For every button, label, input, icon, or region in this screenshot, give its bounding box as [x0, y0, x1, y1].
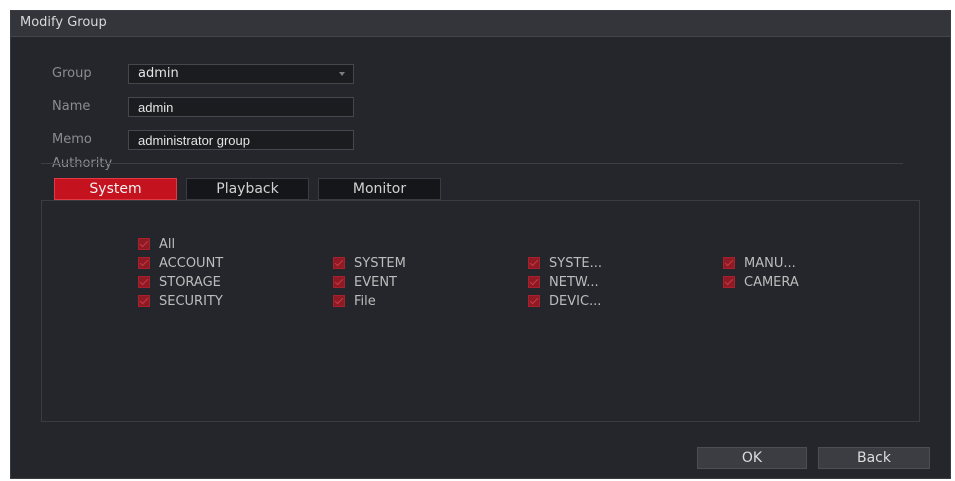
checkbox-camera[interactable] — [723, 276, 735, 288]
authority-divider — [41, 163, 903, 164]
permission-label: NETW... — [549, 275, 599, 290]
checkbox-file[interactable] — [333, 295, 345, 307]
name-label: Name — [52, 99, 91, 114]
group-select[interactable]: admin — [128, 64, 354, 84]
chevron-down-icon — [339, 72, 345, 76]
permission-label: DEVIC... — [549, 294, 602, 309]
tab-playback[interactable]: Playback — [186, 178, 309, 200]
permission-label: CAMERA — [744, 275, 799, 290]
memo-field[interactable] — [128, 130, 354, 150]
tab-system[interactable]: System — [54, 178, 177, 200]
memo-label: Memo — [52, 132, 92, 147]
checkbox-account[interactable] — [138, 257, 150, 269]
group-select-value: admin — [138, 66, 179, 81]
authority-panel — [41, 200, 920, 422]
permission-all-label: All — [159, 237, 176, 252]
permission-label: SYSTEM — [354, 256, 406, 271]
back-button[interactable]: Back — [818, 447, 930, 469]
name-field[interactable] — [128, 97, 354, 117]
permission-label: EVENT — [354, 275, 397, 290]
checkbox-syste[interactable] — [528, 257, 540, 269]
checkbox-netw[interactable] — [528, 276, 540, 288]
checkbox-manu[interactable] — [723, 257, 735, 269]
checkbox-storage[interactable] — [138, 276, 150, 288]
permission-label: MANU... — [744, 256, 796, 271]
group-label: Group — [52, 66, 92, 81]
dialog-title: Modify Group — [20, 15, 107, 30]
checkbox-all[interactable] — [138, 238, 150, 250]
permission-label: ACCOUNT — [159, 256, 224, 271]
permission-label: File — [354, 294, 376, 309]
ok-button[interactable]: OK — [697, 447, 807, 469]
checkbox-security[interactable] — [138, 295, 150, 307]
checkbox-devic[interactable] — [528, 295, 540, 307]
checkbox-event[interactable] — [333, 276, 345, 288]
tab-monitor[interactable]: Monitor — [318, 178, 441, 200]
dialog-titlebar: Modify Group — [11, 11, 950, 37]
checkbox-system[interactable] — [333, 257, 345, 269]
permission-label: STORAGE — [159, 275, 221, 290]
permission-label: SYSTE... — [549, 256, 602, 271]
permission-label: SECURITY — [159, 294, 223, 309]
